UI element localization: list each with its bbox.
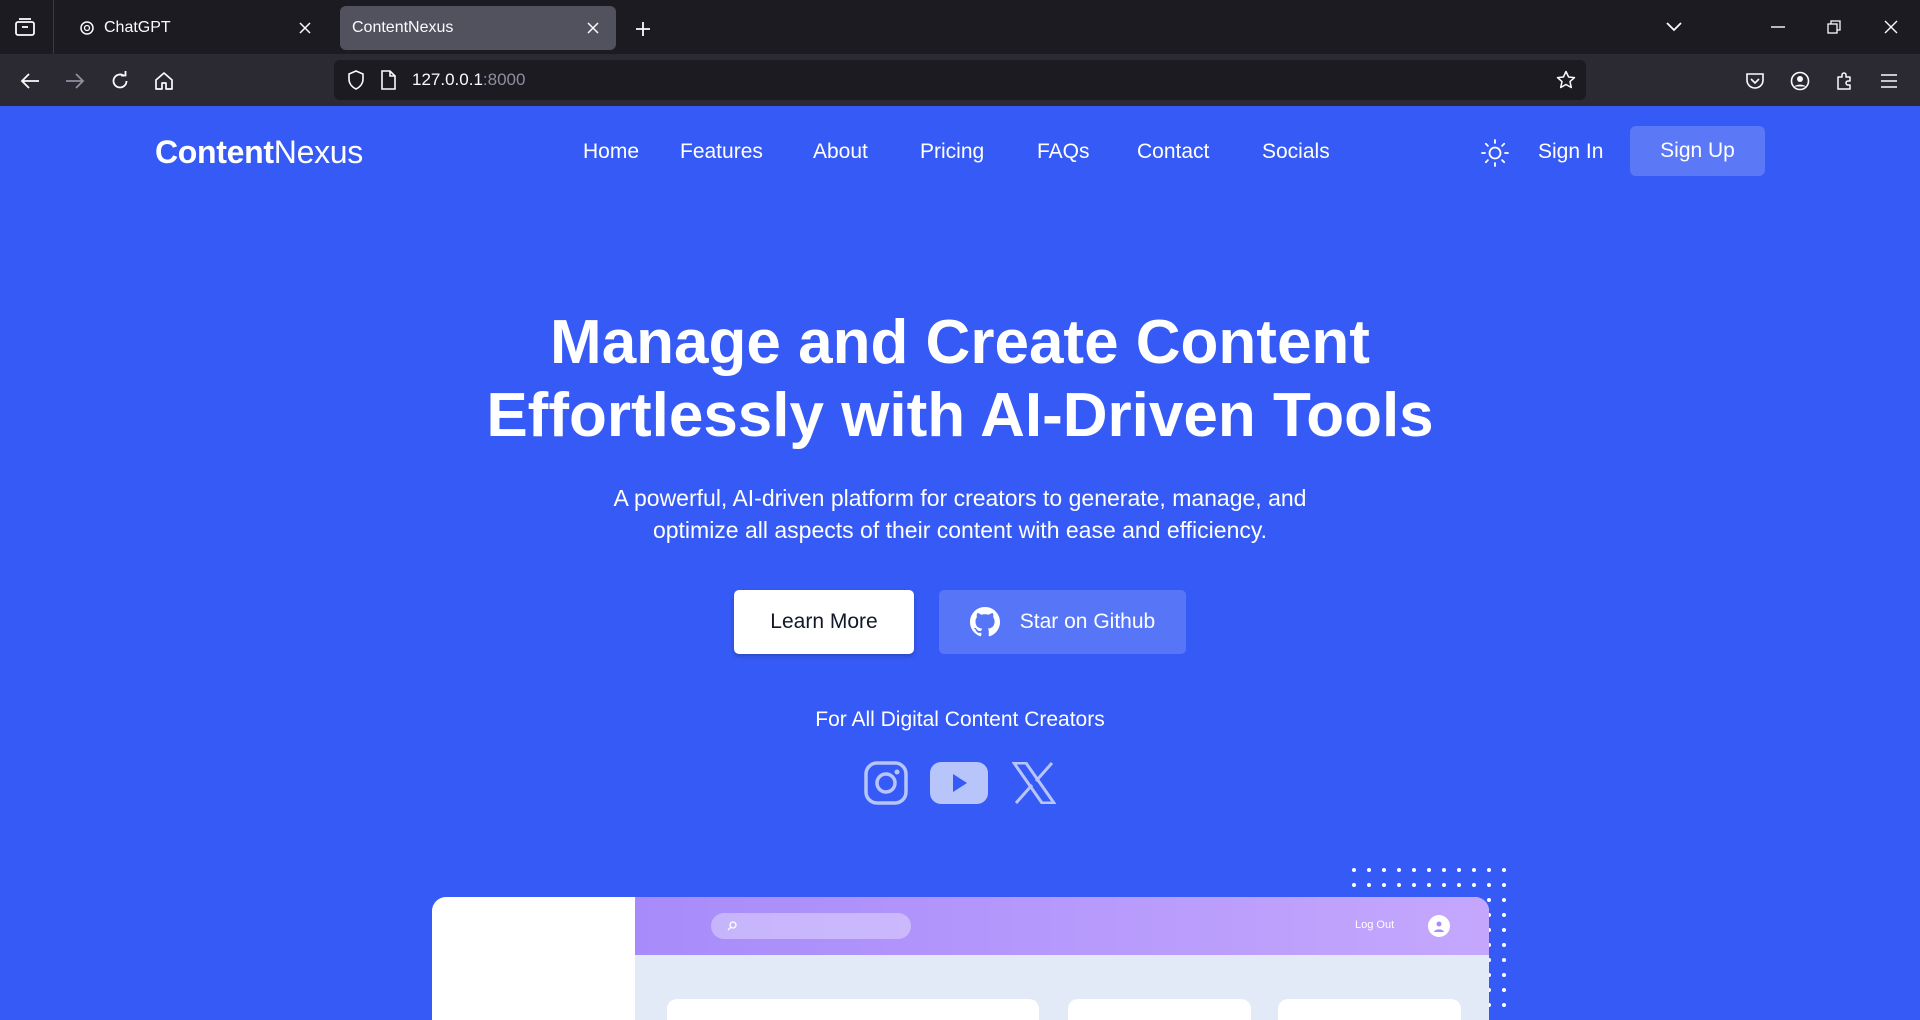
tab-title: ChatGPT bbox=[104, 19, 171, 36]
page-info-icon[interactable] bbox=[376, 68, 400, 92]
nav-contact[interactable]: Contact bbox=[1137, 140, 1209, 164]
chatgpt-icon bbox=[78, 19, 96, 37]
preview-header: Log Out bbox=[635, 897, 1489, 955]
tab-contentnexus[interactable]: ContentNexus bbox=[340, 6, 616, 50]
shield-icon[interactable] bbox=[344, 68, 368, 92]
url-text: 127.0.0.1:8000 bbox=[412, 70, 525, 90]
hero-title: Manage and Create Content Effortlessly w… bbox=[0, 306, 1920, 452]
nav-faqs[interactable]: FAQs bbox=[1037, 140, 1090, 164]
avatar-icon bbox=[1428, 915, 1450, 937]
back-icon[interactable] bbox=[13, 64, 47, 98]
pocket-icon[interactable] bbox=[1738, 64, 1772, 98]
nav-pricing[interactable]: Pricing bbox=[920, 140, 984, 164]
browser-navigation-bar: 127.0.0.1:8000 bbox=[0, 54, 1920, 106]
hero-subtitle-line-1: A powerful, AI-driven platform for creat… bbox=[613, 485, 1307, 511]
preview-body bbox=[635, 955, 1489, 1020]
preview-card bbox=[667, 999, 1039, 1020]
tab-separator bbox=[53, 0, 54, 54]
bookmark-star-icon[interactable] bbox=[1554, 68, 1578, 92]
learn-more-button[interactable]: Learn More bbox=[734, 590, 914, 654]
nav-home[interactable]: Home bbox=[583, 140, 639, 164]
for-all-creators-text: For All Digital Content Creators bbox=[815, 708, 1105, 731]
preview-card bbox=[1068, 999, 1251, 1020]
github-button-label: Star on Github bbox=[1019, 610, 1156, 633]
search-icon bbox=[725, 919, 739, 933]
app-menu-icon[interactable] bbox=[1872, 64, 1906, 98]
account-icon[interactable] bbox=[1783, 64, 1817, 98]
github-icon bbox=[969, 607, 1000, 637]
preview-logout-label: Log Out bbox=[1355, 919, 1395, 931]
tab-title: ContentNexus bbox=[352, 19, 454, 36]
tab-list-icon[interactable] bbox=[10, 14, 40, 40]
dashboard-preview: Log Out bbox=[432, 897, 1489, 1020]
url-bar[interactable]: 127.0.0.1:8000 bbox=[334, 60, 1586, 100]
close-window-icon[interactable] bbox=[1871, 12, 1911, 42]
tab-chatgpt[interactable]: ChatGPT bbox=[60, 6, 328, 50]
browser-tab-bar: ChatGPT ContentNexus bbox=[0, 0, 1920, 54]
home-icon[interactable] bbox=[147, 64, 181, 98]
close-tab-icon[interactable] bbox=[290, 13, 320, 43]
extensions-icon[interactable] bbox=[1828, 64, 1862, 98]
hero-subtitle-line-2: optimize all aspects of their content wi… bbox=[652, 517, 1268, 543]
restore-icon[interactable] bbox=[1814, 12, 1854, 42]
url-host: 127.0.0.1 bbox=[412, 70, 483, 89]
url-port: :8000 bbox=[482, 70, 526, 89]
page-content: ContentNexus Home Features About Pricing… bbox=[0, 106, 1920, 1020]
close-tab-icon[interactable] bbox=[578, 13, 608, 43]
nav-features[interactable]: Features bbox=[680, 140, 763, 164]
youtube-icon[interactable] bbox=[929, 758, 989, 808]
forward-icon[interactable] bbox=[58, 64, 92, 98]
sun-icon[interactable] bbox=[1478, 136, 1512, 170]
hero-title-line-1: Manage and Create Content bbox=[550, 308, 1370, 377]
sign-up-button[interactable]: Sign Up bbox=[1630, 126, 1765, 176]
hero-subtitle: A powerful, AI-driven platform for creat… bbox=[0, 482, 1920, 546]
list-all-tabs-icon[interactable] bbox=[1654, 12, 1694, 42]
star-on-github-button[interactable]: Star on Github bbox=[939, 590, 1186, 654]
sign-in-link[interactable]: Sign In bbox=[1538, 140, 1603, 164]
hero-title-line-2: Effortlessly with AI-Driven Tools bbox=[486, 381, 1434, 450]
preview-card bbox=[1278, 999, 1461, 1020]
nav-about[interactable]: About bbox=[813, 140, 868, 164]
new-tab-icon[interactable] bbox=[628, 14, 658, 44]
nav-socials[interactable]: Socials bbox=[1262, 140, 1330, 164]
x-icon[interactable] bbox=[1009, 758, 1059, 808]
minimize-icon[interactable] bbox=[1758, 12, 1798, 42]
instagram-icon[interactable] bbox=[861, 758, 911, 808]
preview-search-input bbox=[711, 913, 911, 939]
reload-icon[interactable] bbox=[103, 64, 137, 98]
